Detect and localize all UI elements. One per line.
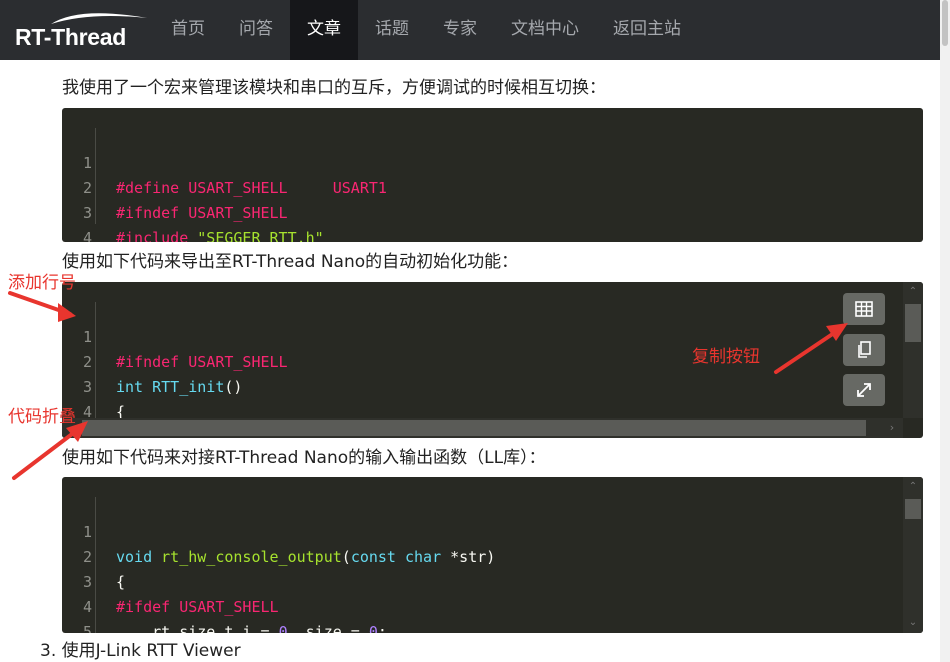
paragraph-auto-init: 使用如下代码来导出至RT-Thread Nano的自动初始化功能： <box>62 252 519 272</box>
scrollbar-thumb[interactable] <box>905 499 921 519</box>
scroll-up-arrow-icon[interactable]: ⌃ <box>903 284 923 300</box>
paragraph-macro-intro: 我使用了一个宏来管理该模块和串口的互斥，方便调试的时候相互切换： <box>62 78 606 98</box>
code-text: #include "SEGGER_RTT.h" <box>116 229 324 242</box>
toggle-line-numbers-button[interactable] <box>843 293 885 325</box>
nav-item-main-site[interactable]: 返回主站 <box>596 0 698 60</box>
code-line: 1 #ifndef USART_SHELL <box>62 300 923 371</box>
line-number: 5 <box>82 623 92 633</box>
code-line: 4 SEGGER_RTT_ConfigUpBuffer(0, "RTTUP", … <box>62 375 923 438</box>
expand-icon <box>857 383 871 397</box>
rt-thread-logo[interactable]: RT-Thread <box>13 8 153 52</box>
annotation-code-fold: 代码折叠 <box>8 407 76 427</box>
page-scrollbar[interactable] <box>940 0 950 662</box>
code-horizontal-scrollbar[interactable]: ‹ › <box>62 418 903 438</box>
code-block-define: 1 #define USART_SHELL USART1 2 #ifndef U… <box>62 108 923 242</box>
code-vertical-scrollbar[interactable]: ⌃ ⌄ <box>903 477 923 633</box>
page-scrollbar-thumb[interactable] <box>942 0 948 46</box>
code-text: rt_size_t i = 0, size = 0; <box>116 623 387 633</box>
scroll-up-arrow-icon[interactable]: ⌃ <box>903 479 923 495</box>
code-line: 1 void rt_hw_console_output(const char *… <box>62 495 923 566</box>
code-block-rtt-init: 1 #ifndef USART_SHELL 2 int RTT_init() 3… <box>62 282 923 438</box>
code-line: 3 #include "SEGGER_RTT.h" <box>62 176 923 242</box>
copy-code-button[interactable] <box>843 334 885 366</box>
nav-item-home[interactable]: 首页 <box>154 0 222 60</box>
annotation-line-numbers: 添加行号 <box>8 273 76 293</box>
scroll-right-arrow-icon[interactable]: › <box>883 418 901 438</box>
code-line: 4 #endif <box>62 201 923 242</box>
code-line: 3 #ifdef USART_SHELL <box>62 545 923 616</box>
scrollbar-thumb[interactable] <box>82 420 866 436</box>
paragraph-io-functions: 使用如下代码来对接RT-Thread Nano的输入输出函数（LL库）： <box>62 448 546 468</box>
code-line: 4 rt_size_t i = 0, size = 0; <box>62 570 923 633</box>
scrollbar-thumb[interactable] <box>905 304 921 342</box>
nav-item-topics[interactable]: 话题 <box>358 0 426 60</box>
main-nav: 首页 问答 文章 话题 专家 文档中心 返回主站 <box>154 0 698 60</box>
list-item-jlink-rtt-viewer: 3. 使用J-Link RTT Viewer <box>40 641 241 661</box>
code-line: 1 #define USART_SHELL USART1 <box>62 126 923 197</box>
logo-text: RT-Thread <box>15 24 127 50</box>
copy-icon <box>858 341 871 358</box>
code-line: 2 #ifndef USART_SHELL <box>62 151 923 222</box>
annotation-copy-button: 复制按钮 <box>692 347 760 367</box>
scroll-down-arrow-icon[interactable]: ⌄ <box>903 615 923 631</box>
line-number: 4 <box>82 229 92 242</box>
nav-item-experts[interactable]: 专家 <box>426 0 494 60</box>
code-line: 5 char a = '\r'; <box>62 595 923 633</box>
code-line: 3 { <box>62 350 923 421</box>
nav-item-articles[interactable]: 文章 <box>290 0 358 60</box>
code-line: 2 { <box>62 520 923 591</box>
code-line: 2 int RTT_init() <box>62 325 923 396</box>
expand-code-button[interactable] <box>843 374 885 406</box>
nav-item-docs[interactable]: 文档中心 <box>494 0 596 60</box>
code-block-console-output: 1 void rt_hw_console_output(const char *… <box>62 477 923 633</box>
table-icon <box>855 301 873 317</box>
top-navigation-bar: RT-Thread 首页 问答 文章 话题 专家 文档中心 返回主站 <box>0 0 950 60</box>
nav-item-qa[interactable]: 问答 <box>222 0 290 60</box>
code-vertical-scrollbar[interactable]: ⌃ <box>903 282 923 418</box>
